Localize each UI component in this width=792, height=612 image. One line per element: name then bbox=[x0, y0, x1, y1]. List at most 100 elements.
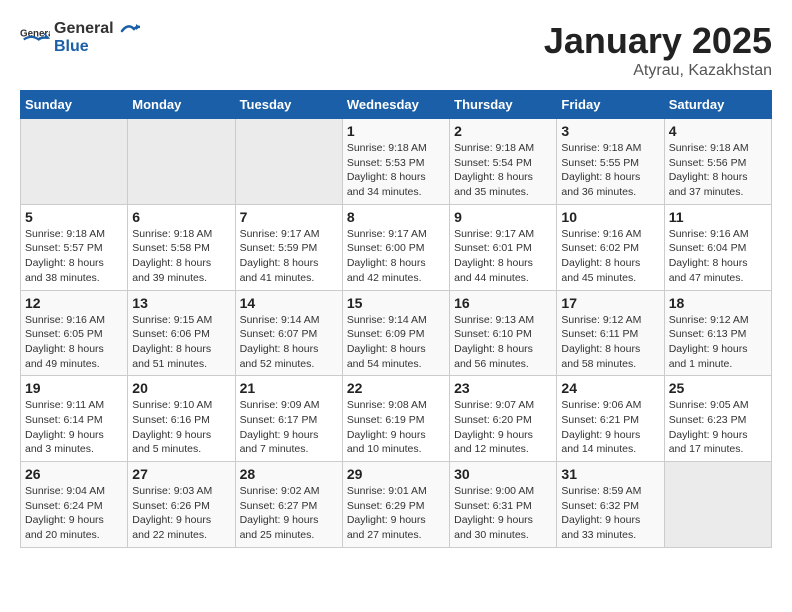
day-cell: 24 Sunrise: 9:06 AM Sunset: 6:21 PM Dayli… bbox=[557, 376, 664, 462]
day-cell: 16 Sunrise: 9:13 AM Sunset: 6:10 PM Dayli… bbox=[450, 290, 557, 376]
day-cell: 1 Sunrise: 9:18 AM Sunset: 5:53 PM Daylig… bbox=[342, 119, 449, 205]
day-info: Sunrise: 9:18 AM Sunset: 5:56 PM Dayligh… bbox=[669, 141, 767, 200]
day-cell bbox=[21, 119, 128, 205]
day-info: Sunrise: 8:59 AM Sunset: 6:32 PM Dayligh… bbox=[561, 484, 659, 543]
day-number: 23 bbox=[454, 380, 552, 396]
day-info: Sunrise: 9:13 AM Sunset: 6:10 PM Dayligh… bbox=[454, 313, 552, 372]
weekday-header-sunday: Sunday bbox=[21, 91, 128, 119]
day-number: 10 bbox=[561, 209, 659, 225]
day-info: Sunrise: 9:12 AM Sunset: 6:13 PM Dayligh… bbox=[669, 313, 767, 372]
week-row-2: 5 Sunrise: 9:18 AM Sunset: 5:57 PM Daylig… bbox=[21, 204, 772, 290]
day-cell: 11 Sunrise: 9:16 AM Sunset: 6:04 PM Dayli… bbox=[664, 204, 771, 290]
day-cell: 7 Sunrise: 9:17 AM Sunset: 5:59 PM Daylig… bbox=[235, 204, 342, 290]
day-cell: 9Sunrise: 9:17 AM Sunset: 6:01 PM Daylig… bbox=[450, 204, 557, 290]
day-cell bbox=[664, 462, 771, 548]
weekday-header-tuesday: Tuesday bbox=[235, 91, 342, 119]
day-info: Sunrise: 9:18 AM Sunset: 5:53 PM Dayligh… bbox=[347, 141, 445, 200]
weekday-header-wednesday: Wednesday bbox=[342, 91, 449, 119]
day-info: Sunrise: 9:16 AM Sunset: 6:04 PM Dayligh… bbox=[669, 227, 767, 286]
day-number: 25 bbox=[669, 380, 767, 396]
day-number: 26 bbox=[25, 466, 123, 482]
day-number: 24 bbox=[561, 380, 659, 396]
day-number: 11 bbox=[669, 209, 767, 225]
day-cell: 2 Sunrise: 9:18 AM Sunset: 5:54 PM Daylig… bbox=[450, 119, 557, 205]
day-info: Sunrise: 9:06 AM Sunset: 6:21 PM Dayligh… bbox=[561, 398, 659, 457]
header: General General Blue January 2025 Atyrau… bbox=[20, 20, 772, 80]
logo-blue: Blue bbox=[54, 38, 140, 56]
weekday-header-monday: Monday bbox=[128, 91, 235, 119]
day-number: 19 bbox=[25, 380, 123, 396]
day-info: Sunrise: 9:11 AM Sunset: 6:14 PM Dayligh… bbox=[25, 398, 123, 457]
week-row-5: 26 Sunrise: 9:04 AM Sunset: 6:24 PM Dayli… bbox=[21, 462, 772, 548]
day-cell: 23Sunrise: 9:07 AM Sunset: 6:20 PM Dayli… bbox=[450, 376, 557, 462]
day-info: Sunrise: 9:16 AM Sunset: 6:02 PM Dayligh… bbox=[561, 227, 659, 286]
day-cell: 28Sunrise: 9:02 AM Sunset: 6:27 PM Dayli… bbox=[235, 462, 342, 548]
day-number: 12 bbox=[25, 295, 123, 311]
day-cell: 18Sunrise: 9:12 AM Sunset: 6:13 PM Dayli… bbox=[664, 290, 771, 376]
day-info: Sunrise: 9:18 AM Sunset: 5:54 PM Dayligh… bbox=[454, 141, 552, 200]
day-number: 8 bbox=[347, 209, 445, 225]
calendar-table: SundayMondayTuesdayWednesdayThursdayFrid… bbox=[20, 90, 772, 548]
day-number: 27 bbox=[132, 466, 230, 482]
day-cell: 26 Sunrise: 9:04 AM Sunset: 6:24 PM Dayli… bbox=[21, 462, 128, 548]
day-number: 3 bbox=[561, 123, 659, 139]
day-cell: 6Sunrise: 9:18 AM Sunset: 5:58 PM Daylig… bbox=[128, 204, 235, 290]
day-info: Sunrise: 9:01 AM Sunset: 6:29 PM Dayligh… bbox=[347, 484, 445, 543]
day-number: 15 bbox=[347, 295, 445, 311]
weekday-header-friday: Friday bbox=[557, 91, 664, 119]
day-info: Sunrise: 9:08 AM Sunset: 6:19 PM Dayligh… bbox=[347, 398, 445, 457]
week-row-3: 12Sunrise: 9:16 AM Sunset: 6:05 PM Dayli… bbox=[21, 290, 772, 376]
day-info: Sunrise: 9:05 AM Sunset: 6:23 PM Dayligh… bbox=[669, 398, 767, 457]
day-number: 16 bbox=[454, 295, 552, 311]
day-number: 31 bbox=[561, 466, 659, 482]
day-info: Sunrise: 9:03 AM Sunset: 6:26 PM Dayligh… bbox=[132, 484, 230, 543]
logo-icon: General bbox=[20, 23, 50, 53]
day-info: Sunrise: 9:17 AM Sunset: 6:00 PM Dayligh… bbox=[347, 227, 445, 286]
day-number: 29 bbox=[347, 466, 445, 482]
title-area: January 2025 Atyrau, Kazakhstan bbox=[544, 20, 772, 80]
day-number: 20 bbox=[132, 380, 230, 396]
day-cell: 21Sunrise: 9:09 AM Sunset: 6:17 PM Dayli… bbox=[235, 376, 342, 462]
logo-general: General bbox=[54, 20, 140, 38]
day-cell: 13 Sunrise: 9:15 AM Sunset: 6:06 PM Dayli… bbox=[128, 290, 235, 376]
day-number: 17 bbox=[561, 295, 659, 311]
day-info: Sunrise: 9:14 AM Sunset: 6:07 PM Dayligh… bbox=[240, 313, 338, 372]
day-cell bbox=[235, 119, 342, 205]
day-cell: 29 Sunrise: 9:01 AM Sunset: 6:29 PM Dayli… bbox=[342, 462, 449, 548]
day-cell: 31 Sunrise: 8:59 AM Sunset: 6:32 PM Dayli… bbox=[557, 462, 664, 548]
day-number: 14 bbox=[240, 295, 338, 311]
weekday-header-saturday: Saturday bbox=[664, 91, 771, 119]
logo: General General Blue bbox=[20, 20, 140, 55]
day-cell bbox=[128, 119, 235, 205]
day-cell: 19 Sunrise: 9:11 AM Sunset: 6:14 PM Dayli… bbox=[21, 376, 128, 462]
day-cell: 3 Sunrise: 9:18 AM Sunset: 5:55 PM Daylig… bbox=[557, 119, 664, 205]
day-cell: 14 Sunrise: 9:14 AM Sunset: 6:07 PM Dayli… bbox=[235, 290, 342, 376]
day-cell: 17Sunrise: 9:12 AM Sunset: 6:11 PM Dayli… bbox=[557, 290, 664, 376]
day-number: 13 bbox=[132, 295, 230, 311]
day-cell: 15Sunrise: 9:14 AM Sunset: 6:09 PM Dayli… bbox=[342, 290, 449, 376]
weekday-header-thursday: Thursday bbox=[450, 91, 557, 119]
day-info: Sunrise: 9:18 AM Sunset: 5:58 PM Dayligh… bbox=[132, 227, 230, 286]
day-number: 4 bbox=[669, 123, 767, 139]
day-info: Sunrise: 9:09 AM Sunset: 6:17 PM Dayligh… bbox=[240, 398, 338, 457]
day-number: 1 bbox=[347, 123, 445, 139]
day-info: Sunrise: 9:15 AM Sunset: 6:06 PM Dayligh… bbox=[132, 313, 230, 372]
day-cell: 20 Sunrise: 9:10 AM Sunset: 6:16 PM Dayli… bbox=[128, 376, 235, 462]
day-number: 7 bbox=[240, 209, 338, 225]
day-info: Sunrise: 9:00 AM Sunset: 6:31 PM Dayligh… bbox=[454, 484, 552, 543]
day-cell: 30Sunrise: 9:00 AM Sunset: 6:31 PM Dayli… bbox=[450, 462, 557, 548]
day-info: Sunrise: 9:18 AM Sunset: 5:55 PM Dayligh… bbox=[561, 141, 659, 200]
day-number: 5 bbox=[25, 209, 123, 225]
day-info: Sunrise: 9:10 AM Sunset: 6:16 PM Dayligh… bbox=[132, 398, 230, 457]
day-cell: 12Sunrise: 9:16 AM Sunset: 6:05 PM Dayli… bbox=[21, 290, 128, 376]
weekday-header-row: SundayMondayTuesdayWednesdayThursdayFrid… bbox=[21, 91, 772, 119]
day-cell: 10 Sunrise: 9:16 AM Sunset: 6:02 PM Dayli… bbox=[557, 204, 664, 290]
day-number: 22 bbox=[347, 380, 445, 396]
day-info: Sunrise: 9:02 AM Sunset: 6:27 PM Dayligh… bbox=[240, 484, 338, 543]
day-info: Sunrise: 9:18 AM Sunset: 5:57 PM Dayligh… bbox=[25, 227, 123, 286]
week-row-4: 19 Sunrise: 9:11 AM Sunset: 6:14 PM Dayli… bbox=[21, 376, 772, 462]
day-cell: 4 Sunrise: 9:18 AM Sunset: 5:56 PM Daylig… bbox=[664, 119, 771, 205]
day-info: Sunrise: 9:17 AM Sunset: 5:59 PM Dayligh… bbox=[240, 227, 338, 286]
day-info: Sunrise: 9:04 AM Sunset: 6:24 PM Dayligh… bbox=[25, 484, 123, 543]
day-number: 2 bbox=[454, 123, 552, 139]
